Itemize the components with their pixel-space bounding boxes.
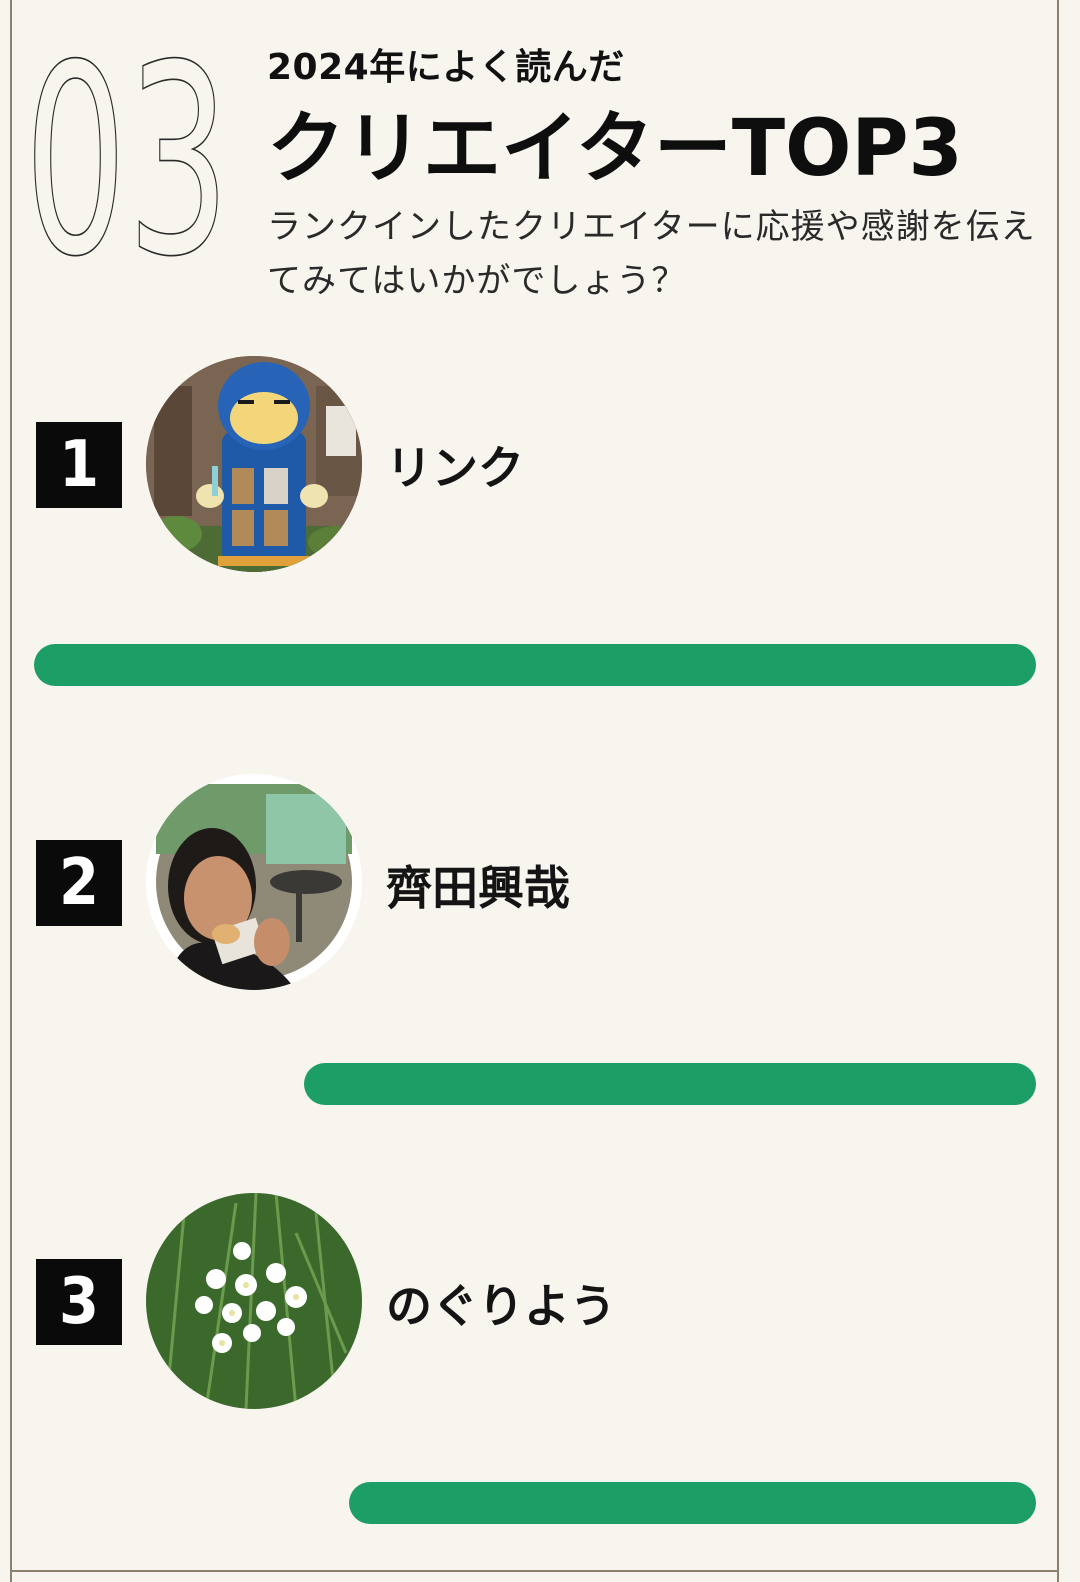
rank-badge: 1 [36, 422, 122, 508]
creator-avatar[interactable] [146, 1193, 362, 1409]
creator-avatar[interactable] [146, 356, 362, 572]
section-number-text: 03 [24, 24, 230, 264]
score-bar [349, 1482, 1036, 1524]
creator-name[interactable]: リンク [386, 432, 524, 498]
man-eating-photo-icon [146, 774, 362, 990]
score-bar [34, 644, 1036, 686]
frame-right-border [1057, 0, 1059, 1582]
white-flowers-photo-icon [146, 1193, 362, 1409]
creator-avatar[interactable] [146, 774, 362, 990]
section-kicker: 2024年によく読んだ [267, 47, 625, 88]
frame-bottom-border [10, 1570, 1059, 1572]
creator-name[interactable]: のぐりよう [386, 1270, 616, 1336]
section-number: 03 [24, 24, 244, 264]
creator-name[interactable]: 齊田興哉 [386, 852, 570, 918]
rank-badge: 3 [36, 1259, 122, 1345]
blue-mailbox-character-icon [146, 356, 362, 572]
section-subtitle: ランクインしたクリエイターに応援や感謝を伝えてみてはいかがでしょう？ [267, 207, 1036, 301]
frame-left-border [10, 0, 12, 1582]
rank-badge: 2 [36, 840, 122, 926]
score-bar [304, 1063, 1036, 1105]
page-title: クリエイターTOP3 [267, 104, 963, 194]
